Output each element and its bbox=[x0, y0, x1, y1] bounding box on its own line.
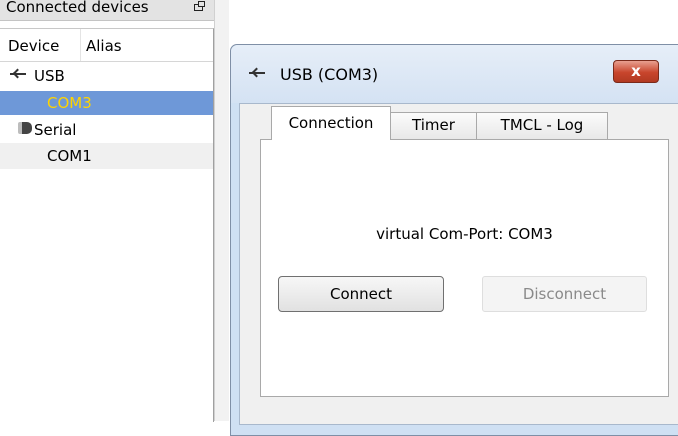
device-row-serial[interactable]: Serial bbox=[0, 117, 213, 143]
tab-tmcl-log[interactable]: TMCL - Log bbox=[476, 112, 608, 139]
window-titlebar[interactable]: USB (COM3) x bbox=[231, 45, 678, 103]
usb-icon bbox=[10, 70, 26, 78]
panel-title: Connected devices bbox=[6, 0, 149, 16]
close-icon: x bbox=[631, 62, 641, 80]
window-client-area: Connection Timer TMCL - Log virtual Com-… bbox=[239, 103, 678, 425]
column-header-alias[interactable]: Alias bbox=[86, 37, 122, 55]
disconnect-button-label: Disconnect bbox=[522, 285, 607, 303]
disconnect-button: Disconnect bbox=[482, 276, 647, 312]
close-button[interactable]: x bbox=[613, 60, 659, 83]
column-header-device[interactable]: Device bbox=[8, 37, 59, 55]
tab-connection[interactable]: Connection bbox=[271, 106, 391, 140]
device-label: Serial bbox=[34, 121, 77, 139]
panel-header: Connected devices bbox=[0, 0, 214, 21]
column-separator[interactable] bbox=[80, 29, 81, 61]
list-header: Device Alias bbox=[0, 29, 213, 62]
connect-button[interactable]: Connect bbox=[278, 276, 444, 312]
tab-label: TMCL - Log bbox=[500, 116, 584, 134]
device-label: COM1 bbox=[47, 147, 92, 165]
usb-icon bbox=[249, 69, 265, 77]
float-panel-icon[interactable] bbox=[194, 1, 205, 11]
device-row-usb[interactable]: USB bbox=[0, 63, 213, 89]
window-title: USB (COM3) bbox=[280, 65, 379, 84]
device-row-com1[interactable]: COM1 bbox=[0, 143, 213, 169]
device-row-com3[interactable]: COM3 bbox=[0, 91, 213, 115]
device-window: USB (COM3) x Connection Timer TMCL - Log… bbox=[230, 44, 678, 436]
serial-port-icon bbox=[18, 122, 32, 134]
device-label: USB bbox=[34, 67, 65, 85]
connection-tab-page: virtual Com-Port: COM3 Connect Disconnec… bbox=[260, 139, 669, 397]
tab-label: Timer bbox=[412, 116, 455, 134]
tab-timer[interactable]: Timer bbox=[390, 112, 477, 139]
connected-devices-panel: Connected devices Device Alias USB COM3 … bbox=[0, 0, 214, 422]
device-list[interactable]: Device Alias USB COM3 Serial COM1 bbox=[0, 28, 214, 422]
device-label: COM3 bbox=[47, 94, 92, 112]
com-port-label: virtual Com-Port: COM3 bbox=[376, 225, 553, 243]
splitter-handle[interactable] bbox=[214, 0, 229, 421]
tab-label: Connection bbox=[288, 114, 374, 132]
connect-button-label: Connect bbox=[329, 285, 393, 303]
